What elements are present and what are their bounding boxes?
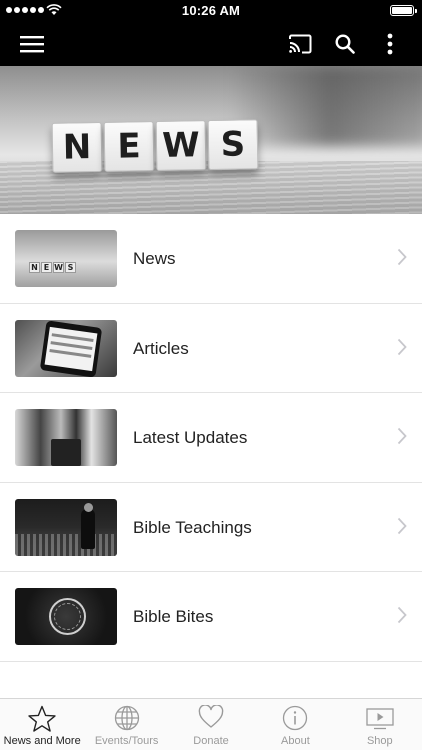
list-item-latest-updates[interactable]: Latest Updates [0,393,422,483]
tab-shop[interactable]: Shop [338,699,422,750]
tab-label: Events/Tours [94,735,159,747]
list-item-label: Bible Bites [133,607,214,626]
list-item-label: Bible Teachings [133,517,252,537]
tab-events-tours[interactable]: Events/Tours [84,699,168,750]
top-nav-bar [0,22,422,66]
bible-teachings-thumbnail [15,498,117,556]
content-list: N E W S News Articles Latest Updates Bib… [0,214,422,662]
list-item-label: Articles [133,338,189,358]
heart-icon [198,705,224,728]
hamburger-menu-icon [20,36,44,53]
star-icon [28,705,56,732]
letter-tile: E [103,121,155,172]
tab-label: Donate [193,735,229,747]
letter-tile: W [155,120,207,171]
tab-about[interactable]: About [253,699,337,750]
list-item-articles[interactable]: Articles [0,303,422,393]
status-time: 10:26 AM [181,3,241,18]
list-item-bible-teachings[interactable]: Bible Teachings [0,482,422,572]
bottom-tab-bar: News and More Events/Tours Donate About [0,698,422,750]
chevron-right-icon [397,517,407,534]
tab-label: About [281,735,310,747]
bible-bites-logo [49,598,86,635]
letter-tile: N [51,121,103,173]
search-button[interactable] [323,22,367,66]
list-item-news[interactable]: N E W S News [0,214,422,304]
latest-updates-thumbnail [15,409,117,466]
chevron-right-icon [397,427,407,445]
list-item-label: News [133,249,176,268]
status-bar: 10:26 AM [0,0,422,22]
bible-bites-thumbnail [15,588,117,645]
chevron-right-icon [397,248,407,266]
tab-label: News and More [3,735,81,747]
chevron-right-icon [397,606,407,624]
cast-icon [289,34,312,54]
articles-thumbnail [15,319,117,377]
more-vertical-icon [387,33,393,55]
chevron-right-icon [397,338,407,355]
news-thumbnail: N E W S [15,230,117,287]
info-icon [283,705,308,731]
news-letter-tiles: N E W S [51,119,259,173]
list-item-bible-bites[interactable]: Bible Bites [0,572,422,662]
play-screen-icon [366,708,394,730]
search-icon [335,34,355,54]
tab-label: Shop [366,735,393,747]
globe-icon [114,705,139,731]
tab-donate[interactable]: Donate [169,699,253,750]
menu-button[interactable] [10,22,54,66]
battery-icon [390,5,417,16]
list-item-label: Latest Updates [133,428,248,447]
more-options-button[interactable] [368,22,412,66]
cast-button[interactable] [278,22,322,66]
letter-tile: S [207,119,259,171]
hero-banner-image: N E W S [0,66,422,214]
tab-news-and-more[interactable]: News and More [0,699,84,750]
